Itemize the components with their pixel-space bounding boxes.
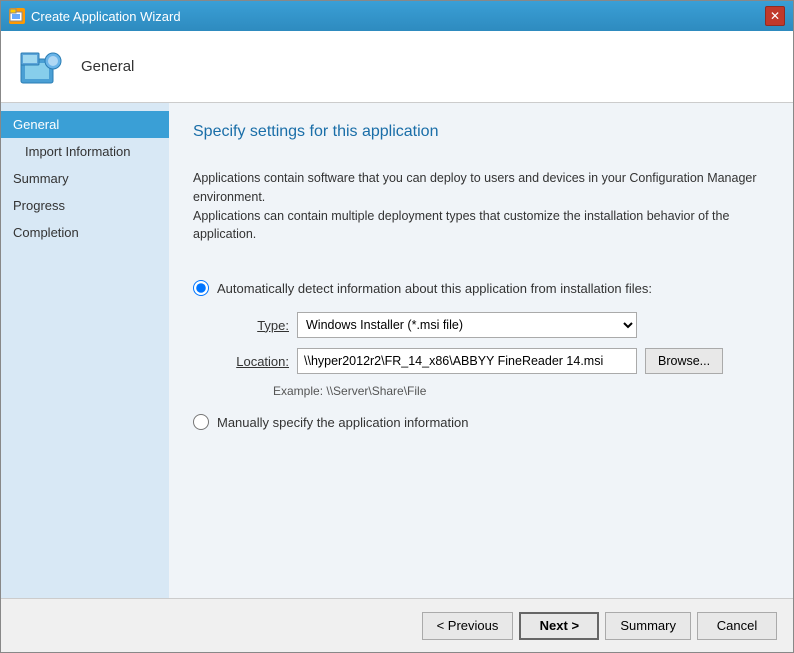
wizard-header-icon: [17, 43, 65, 91]
wizard-body: General Import Information Summary Progr…: [1, 103, 793, 598]
sidebar-item-completion[interactable]: Completion: [1, 219, 169, 246]
radio-section: Automatically detect information about t…: [193, 280, 769, 430]
form-grid: Type: Windows Installer (*.msi file) Scr…: [217, 312, 769, 374]
type-label: Type:: [217, 318, 289, 333]
close-button[interactable]: ✕: [765, 6, 785, 26]
summary-button[interactable]: Summary: [605, 612, 691, 640]
description-line2: Applications can contain multiple deploy…: [193, 207, 769, 245]
manual-radio[interactable]: [193, 414, 209, 430]
content-area: Specify settings for this application Ap…: [169, 103, 793, 598]
title-bar: Create Application Wizard ✕: [1, 1, 793, 31]
location-input[interactable]: [297, 348, 637, 374]
manual-row: Manually specify the application informa…: [193, 414, 769, 430]
content-title: Specify settings for this application: [193, 123, 769, 141]
title-bar-left: Create Application Wizard: [9, 8, 181, 24]
description-line1: Applications contain software that you c…: [193, 169, 769, 207]
next-button[interactable]: Next >: [519, 612, 599, 640]
sidebar-item-general[interactable]: General: [1, 111, 169, 138]
manual-label: Manually specify the application informa…: [217, 415, 468, 430]
auto-detect-label: Automatically detect information about t…: [217, 281, 652, 296]
example-text: Example: \\Server\Share\File: [273, 384, 769, 398]
sidebar-item-progress[interactable]: Progress: [1, 192, 169, 219]
sidebar-item-import-information[interactable]: Import Information: [1, 138, 169, 165]
previous-button[interactable]: < Previous: [422, 612, 514, 640]
location-row: Location: Browse...: [217, 348, 769, 374]
auto-detect-row: Automatically detect information about t…: [193, 280, 769, 296]
wizard-window: Create Application Wizard ✕ General Gene…: [0, 0, 794, 653]
sidebar: General Import Information Summary Progr…: [1, 103, 169, 598]
auto-detect-radio[interactable]: [193, 280, 209, 296]
header-label: General: [81, 58, 134, 75]
type-row: Type: Windows Installer (*.msi file) Scr…: [217, 312, 769, 338]
window-title: Create Application Wizard: [31, 9, 181, 24]
description-box: Applications contain software that you c…: [193, 157, 769, 256]
footer: < Previous Next > Summary Cancel: [1, 598, 793, 652]
browse-button[interactable]: Browse...: [645, 348, 723, 374]
type-select[interactable]: Windows Installer (*.msi file) Script In…: [297, 312, 637, 338]
header-strip: General: [1, 31, 793, 103]
location-label: Location:: [217, 354, 289, 369]
cancel-button[interactable]: Cancel: [697, 612, 777, 640]
app-icon: [9, 8, 25, 24]
sidebar-item-summary[interactable]: Summary: [1, 165, 169, 192]
